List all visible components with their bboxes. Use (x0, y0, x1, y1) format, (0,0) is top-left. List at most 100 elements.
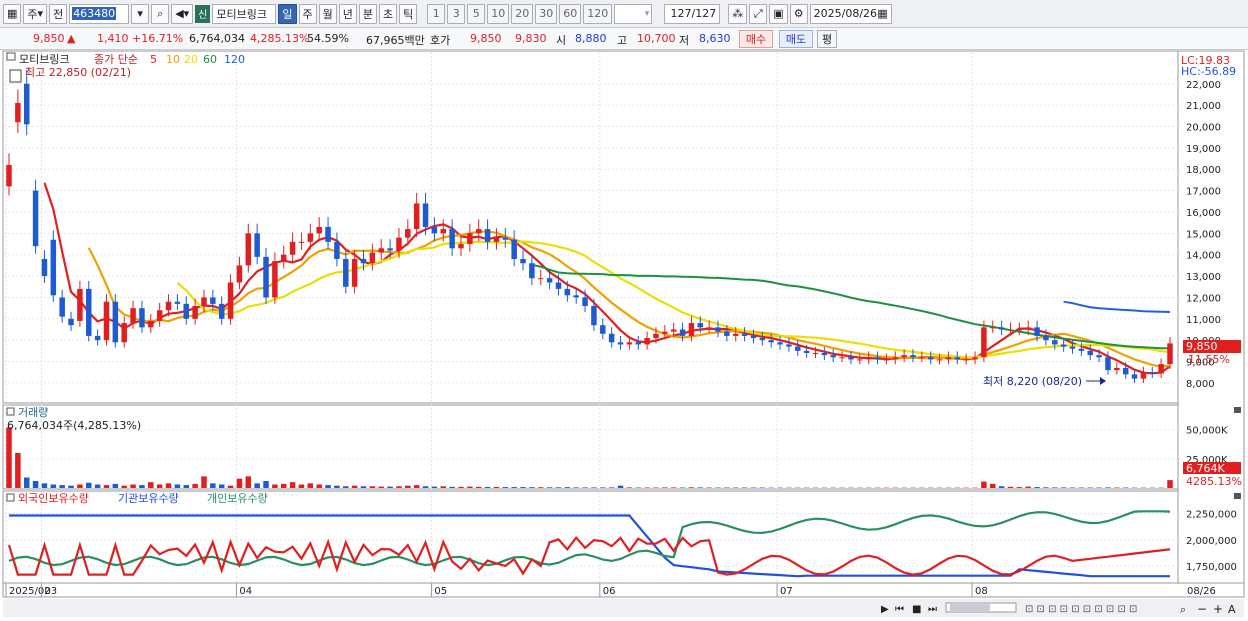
tab-week[interactable]: 주 (298, 3, 317, 24)
interval-120[interactable]: 120 (583, 3, 613, 24)
scroll-start-icon[interactable]: ⏮ (895, 604, 904, 615)
interval-30[interactable]: 30 (535, 3, 558, 24)
tab-day[interactable]: 일 (278, 3, 297, 24)
zoom-icon[interactable]: ⌕ (1180, 603, 1186, 616)
candle-body (413, 203, 420, 230)
tab-second[interactable]: 초 (379, 3, 398, 24)
low-label: 저 (679, 34, 690, 47)
price-tick-label: 14,000 (1186, 251, 1221, 262)
volume-bar (201, 476, 207, 488)
date-input[interactable]: 2025/08/26 ▦ (809, 3, 892, 24)
zoom-in-icon[interactable]: + (1213, 602, 1223, 616)
tab-year[interactable]: 년 (338, 3, 357, 24)
volume-bar (192, 483, 198, 488)
volume-bar (254, 483, 260, 488)
stop-icon[interactable]: ■ (912, 604, 921, 615)
volume-bar (591, 487, 597, 488)
volume-bar (369, 486, 376, 488)
interval-60[interactable]: 60 (559, 3, 582, 24)
volume-bar (617, 485, 624, 488)
legend-ma-label: 종가 단순 (94, 53, 138, 66)
candle-body (511, 239, 517, 259)
calendar-icon[interactable]: ▦ (877, 7, 887, 20)
high-price: 10,700 (637, 32, 676, 45)
sound-icon[interactable]: ◀▾ (171, 3, 194, 24)
volume-panel-close-icon[interactable] (1234, 407, 1241, 413)
candle-body (883, 359, 890, 361)
tab-minute[interactable]: 분 (358, 3, 377, 24)
volume-bar (440, 486, 447, 488)
code-dropdown-icon[interactable]: ▾ (131, 3, 150, 24)
candle-body (1140, 372, 1147, 379)
candle-body (936, 359, 943, 361)
sell-button[interactable]: 매도 (779, 30, 813, 48)
stock-name-field[interactable]: 모티브링크 (212, 3, 277, 24)
candle-body (15, 103, 21, 123)
interval-3[interactable]: 3 (447, 3, 466, 24)
stock-chart[interactable]: 22,000 21,000 20,000 19,000 18,000 17,000 16,0… (0, 50, 1248, 621)
buy-button[interactable]: 매수 (739, 30, 773, 48)
window-menu-icon[interactable]: ▦ (3, 3, 22, 24)
link-icon[interactable]: ⁂ (728, 3, 748, 24)
candle-body (396, 237, 402, 251)
candle-body (458, 244, 464, 249)
interval-10[interactable]: 10 (487, 3, 510, 24)
prev-button[interactable]: 전 (49, 3, 68, 24)
volume-bar (298, 484, 305, 488)
legend-stock-name: 모티브링크 (19, 53, 70, 66)
volume-bar (280, 483, 287, 488)
candle-body (1105, 357, 1111, 371)
tab-tick[interactable]: 틱 (399, 3, 418, 24)
candle-body (1007, 329, 1014, 331)
candle-body (529, 263, 535, 279)
volume-bar (272, 484, 278, 488)
stock-code-input[interactable]: 463480 (69, 3, 130, 24)
interval-1[interactable]: 1 (427, 3, 446, 24)
volume-bar (1016, 487, 1023, 488)
scroll-right-icon[interactable]: ▶ (881, 604, 889, 615)
candle-body (1016, 329, 1023, 331)
volume-tick-label: 50,000K (1186, 426, 1228, 437)
candle-body (475, 229, 482, 234)
tab-month[interactable]: 월 (318, 3, 337, 24)
gear-icon[interactable]: ⚙ (789, 3, 808, 24)
holding-panel-close-icon[interactable] (1234, 493, 1241, 499)
search-icon[interactable]: ⌕ (151, 3, 170, 24)
custom-interval-input[interactable]: ▾ (614, 3, 653, 24)
crosshair-icon[interactable]: ⤢ (749, 3, 768, 24)
period-type-select[interactable]: 주 ▾ (23, 3, 48, 24)
zoom-out-icon[interactable]: − (1197, 602, 1207, 616)
text-tool-icon[interactable]: A (1228, 603, 1236, 616)
volume-bar (6, 427, 12, 488)
volume-bar (68, 485, 74, 488)
volume-bar (998, 486, 1005, 488)
candle-body (316, 226, 322, 234)
scrollbar-thumb[interactable] (950, 604, 990, 611)
volume-bar (582, 487, 588, 488)
volume-bar (15, 453, 21, 488)
save-icon[interactable]: ▣ (769, 3, 788, 24)
interval-20[interactable]: 20 (511, 3, 534, 24)
volume-bar (1025, 486, 1031, 488)
calendar-marker-icon[interactable] (9, 69, 22, 83)
legend-ma120: 120 (224, 53, 245, 66)
scroll-end-icon[interactable]: ⏭ (928, 604, 937, 615)
volume-bar (41, 483, 48, 488)
volume-bar (502, 487, 509, 488)
candle-body (378, 248, 384, 253)
candle-body (1060, 344, 1067, 347)
volume-bar (50, 484, 57, 488)
candle-body (493, 237, 500, 242)
holding-tick-label: 2,250,000 (1186, 509, 1237, 520)
chart-area[interactable]: 22,000 21,000 20,000 19,000 18,000 17,000 16,0… (0, 50, 1248, 621)
eval-button[interactable]: 평 (817, 30, 837, 48)
volume-bar (77, 484, 83, 488)
volume-bar (289, 482, 296, 488)
candle-body (812, 352, 819, 354)
count-input[interactable]: 127/127 (664, 3, 721, 24)
interval-5[interactable]: 5 (467, 3, 486, 24)
count-total: /127 (691, 7, 717, 20)
legend-ma5: 5 (150, 53, 157, 66)
candle-body (440, 229, 447, 234)
tool-icons[interactable]: ⊡ ⊡ ⊡ ⊡ ⊡ ⊡ ⊡ ⊡ ⊡ ⊡ (1025, 604, 1137, 615)
